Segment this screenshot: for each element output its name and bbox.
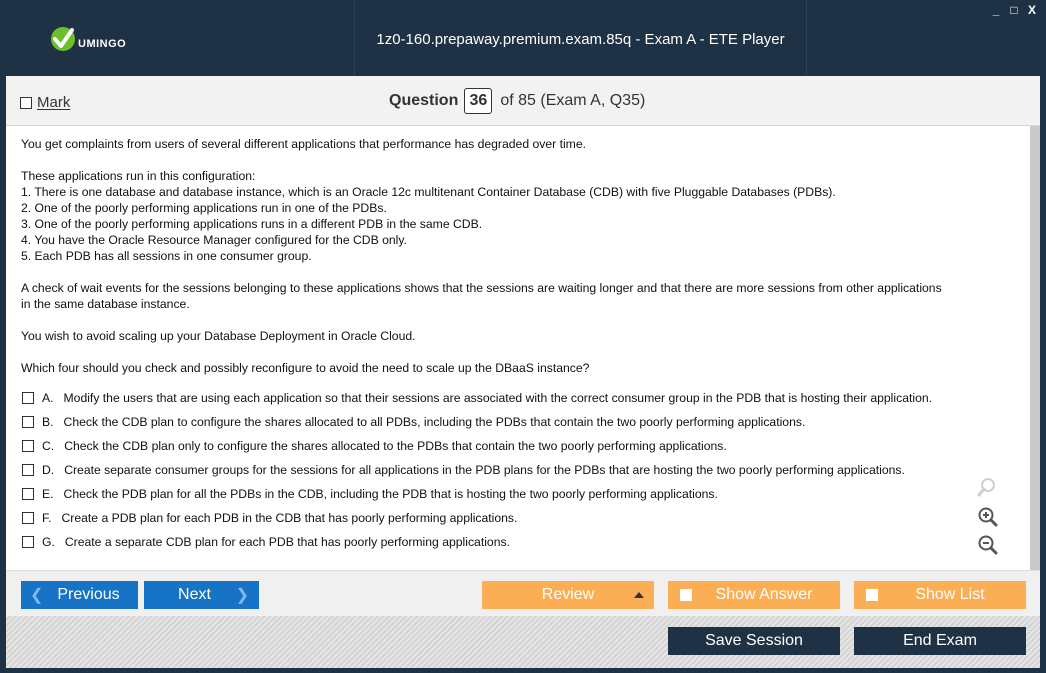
answer-option-c[interactable]: C. Check the CDB plan only to configure …	[22, 439, 727, 453]
show-answer-button[interactable]: Show Answer	[668, 581, 840, 609]
question-paragraph: in the same database instance.	[21, 297, 190, 311]
chevron-left-icon: ❮	[30, 587, 44, 604]
configuration-line: 1. There is one database and database in…	[21, 185, 836, 199]
question-indicator: Question 36 of 85 (Exam A, Q35)	[389, 88, 645, 114]
maximize-button[interactable]: □	[1008, 3, 1020, 17]
save-session-label: Save Session	[705, 632, 803, 649]
logo-text: UMINGO	[78, 38, 127, 50]
previous-button[interactable]: ❮ Previous	[21, 581, 138, 609]
show-list-button[interactable]: Show List	[854, 581, 1026, 609]
review-button[interactable]: Review	[482, 581, 654, 609]
question-paragraph: You wish to avoid scaling up your Databa…	[21, 329, 416, 343]
question-of-text: of 85 (Exam A, Q35)	[500, 92, 646, 109]
question-prompt: Which four should you check and possibly…	[21, 361, 590, 375]
option-text: Create a separate CDB plan for each PDB …	[64, 535, 510, 549]
question-number-input[interactable]: 36	[464, 88, 493, 114]
minimize-button[interactable]: _	[990, 3, 1002, 17]
caret-up-icon	[634, 592, 644, 598]
window-frame	[0, 668, 1046, 673]
title-bar: UMINGO 1z0-160.prepaway.premium.exam.85q…	[0, 0, 1046, 76]
show-list-checkbox[interactable]	[866, 589, 878, 601]
option-letter: B.	[42, 415, 54, 429]
option-letter: G.	[42, 535, 55, 549]
answer-option-g[interactable]: G. Create a separate CDB plan for each P…	[22, 535, 510, 549]
answer-option-e[interactable]: E. Check the PDB plan for all the PDBs i…	[22, 487, 718, 501]
option-text: Modify the users that are using each app…	[63, 391, 933, 405]
title-divider	[806, 0, 807, 76]
option-checkbox[interactable]	[22, 464, 34, 476]
option-text: Create separate consumer groups for the …	[64, 463, 905, 477]
show-answer-checkbox[interactable]	[680, 589, 692, 601]
option-letter: C.	[42, 439, 55, 453]
configuration-line: 2. One of the poorly performing applicat…	[21, 201, 387, 215]
option-checkbox[interactable]	[22, 512, 34, 524]
configuration-line: These applications run in this configura…	[21, 169, 256, 183]
save-session-button[interactable]: Save Session	[668, 627, 840, 655]
option-checkbox[interactable]	[22, 440, 34, 452]
chevron-right-icon: ❯	[235, 587, 249, 604]
show-list-label: Show List	[915, 586, 985, 603]
configuration-line: 3. One of the poorly performing applicat…	[21, 217, 483, 231]
footer-area: Save Session End Exam	[6, 616, 1040, 668]
zoom-in-icon[interactable]	[974, 504, 1000, 530]
question-header: Mark Question 36 of 85 (Exam A, Q35)	[6, 76, 1040, 126]
answer-option-b[interactable]: B. Check the CDB plan to configure the s…	[22, 415, 805, 429]
navigation-toolbar: ❮ Previous Next ❯ Review Show Answer Sho…	[6, 570, 1040, 616]
option-checkbox[interactable]	[22, 488, 34, 500]
window-title: 1z0-160.prepaway.premium.exam.85q - Exam…	[376, 31, 785, 48]
question-label: Question	[389, 92, 459, 109]
end-exam-button[interactable]: End Exam	[854, 627, 1026, 655]
configuration-line: 5. Each PDB has all sessions in one cons…	[21, 249, 312, 263]
show-answer-label: Show Answer	[715, 586, 813, 603]
review-label: Review	[541, 586, 595, 603]
answer-option-f[interactable]: F. Create a PDB plan for each PDB in the…	[22, 511, 517, 525]
next-button[interactable]: Next ❯	[144, 581, 259, 609]
previous-label: Previous	[57, 586, 120, 603]
answer-option-d[interactable]: D. Create separate consumer groups for t…	[22, 463, 905, 477]
configuration-line: 4. You have the Oracle Resource Manager …	[21, 233, 407, 247]
option-letter: E.	[42, 487, 54, 501]
vertical-scrollbar[interactable]	[1030, 126, 1040, 570]
mark-checkbox-box[interactable]	[20, 96, 32, 109]
magnifier-icon[interactable]	[974, 474, 1000, 500]
end-exam-label: End Exam	[903, 632, 977, 649]
question-paragraph: You get complaints from users of several…	[21, 137, 586, 151]
zoom-out-icon[interactable]	[974, 532, 1000, 558]
option-letter: A.	[42, 391, 54, 405]
mark-checkbox[interactable]: Mark	[20, 94, 70, 111]
question-paragraph: A check of wait events for the sessions …	[21, 281, 942, 295]
option-text: Check the CDB plan only to configure the…	[64, 439, 727, 453]
option-text: Check the PDB plan for all the PDBs in t…	[63, 487, 718, 501]
mark-label: Mark	[37, 94, 71, 111]
answer-option-a[interactable]: A. Modify the users that are using each …	[22, 391, 932, 405]
close-button[interactable]: X	[1026, 3, 1038, 17]
option-letter: D.	[42, 463, 55, 477]
window-controls: _ □ X	[990, 3, 1038, 17]
option-text: Create a PDB plan for each PDB in the CD…	[61, 511, 518, 525]
next-label: Next	[178, 586, 211, 603]
option-checkbox[interactable]	[22, 392, 34, 404]
option-checkbox[interactable]	[22, 536, 34, 548]
question-content: You get complaints from users of several…	[6, 126, 1030, 570]
option-checkbox[interactable]	[22, 416, 34, 428]
window-frame	[1040, 76, 1046, 673]
option-text: Check the CDB plan to configure the shar…	[63, 415, 806, 429]
option-letter: F.	[42, 511, 52, 525]
